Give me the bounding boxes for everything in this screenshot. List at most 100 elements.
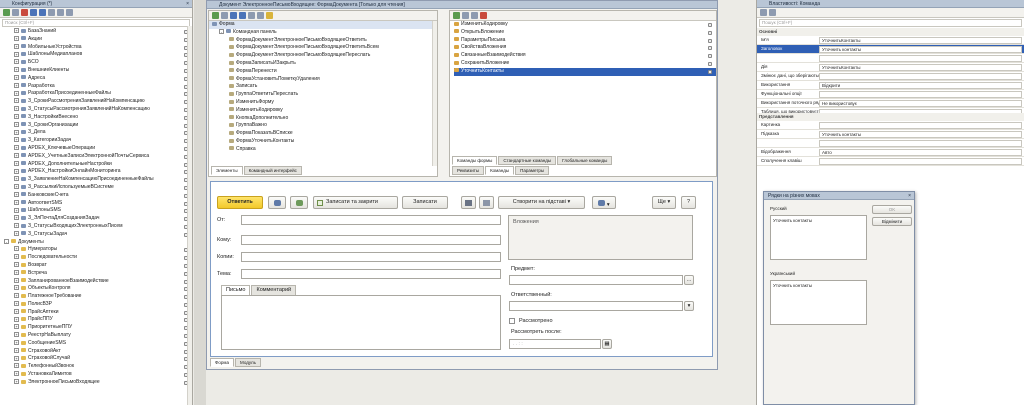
- expand-icon[interactable]: +: [14, 308, 19, 314]
- command-item[interactable]: СохранитьВложение: [454, 60, 716, 68]
- expand-icon[interactable]: +: [14, 59, 19, 65]
- tree-item[interactable]: + ШаблоныSMS: [14, 207, 192, 215]
- expand-icon[interactable]: +: [14, 332, 19, 338]
- tree-item[interactable]: + ШаблоныМедиапланов: [14, 51, 192, 59]
- responsible-dropdown[interactable]: ▾: [684, 301, 694, 311]
- edit-icon[interactable]: [471, 12, 478, 19]
- expand-icon[interactable]: +: [14, 43, 19, 49]
- expand-icon[interactable]: +: [14, 137, 19, 143]
- create-based-button[interactable]: Створити на підставі ▾: [498, 196, 585, 209]
- tree-item[interactable]: + СообщениеSMS: [14, 340, 192, 348]
- delete-icon[interactable]: [480, 12, 487, 19]
- check-icon[interactable]: [266, 12, 273, 19]
- find-icon[interactable]: [57, 9, 64, 16]
- reviewed-checkbox[interactable]: [509, 318, 515, 324]
- tab-attributes[interactable]: Реквизиты: [452, 166, 485, 175]
- command-item[interactable]: ИзменитьКодировку: [454, 21, 716, 29]
- tree-item[interactable]: + З_Дела: [14, 129, 192, 137]
- expand-icon[interactable]: +: [14, 340, 19, 346]
- subject-object-field[interactable]: [509, 275, 683, 285]
- command-item[interactable]: СвойстваВложения: [454, 44, 716, 52]
- tree-item[interactable]: ФормаПеренести: [229, 68, 437, 76]
- tree-item[interactable]: + ПлатежноеТребование: [14, 293, 192, 301]
- reply-all-button[interactable]: [268, 196, 286, 209]
- section-main[interactable]: Основні: [757, 28, 1024, 36]
- tree-item[interactable]: + З_РассылкиИспользуемыеВСистеме: [14, 184, 192, 192]
- command-item[interactable]: ПараметрыПисьма: [454, 37, 716, 45]
- tree-item[interactable]: + ОбъектыКонтроля: [14, 285, 192, 293]
- message-body[interactable]: [221, 295, 501, 350]
- tree-item[interactable]: + ПрайсАптеки: [14, 309, 192, 317]
- command-item[interactable]: СвязанныеВзаимодействия: [454, 52, 716, 60]
- property-value[interactable]: [819, 73, 1022, 80]
- property-value[interactable]: Відкрити: [819, 82, 1022, 89]
- tree-item[interactable]: ГруппаОтветитьПереслать: [229, 91, 437, 99]
- move-down-icon[interactable]: [39, 9, 46, 16]
- sort-icon[interactable]: [48, 9, 55, 16]
- property-value[interactable]: УточнитьКонтакты: [819, 64, 1022, 71]
- move-icon[interactable]: [221, 12, 228, 19]
- expand-icon[interactable]: +: [14, 262, 19, 268]
- property-value[interactable]: [819, 91, 1022, 98]
- tree-item[interactable]: + АвтоответSMS: [14, 200, 192, 208]
- documents-node[interactable]: - Документы: [0, 239, 192, 247]
- property-value[interactable]: Уточнить контакты: [819, 131, 1022, 138]
- tree-item[interactable]: + СтраховойАкт: [14, 348, 192, 356]
- collapse-icon[interactable]: -: [4, 238, 9, 244]
- section-view[interactable]: Представлення: [757, 113, 1024, 121]
- tree-item[interactable]: ГруппаВажно: [229, 122, 437, 130]
- tree-item[interactable]: + APDEX_ДополнительныеНастройки: [14, 161, 192, 169]
- expand-icon[interactable]: +: [14, 168, 19, 174]
- ukrainian-textarea[interactable]: Уточнить контакты: [770, 280, 867, 325]
- expand-icon[interactable]: +: [14, 379, 19, 385]
- tab-form-commands[interactable]: Команды формы: [452, 156, 498, 165]
- tree-item[interactable]: Справка: [229, 146, 437, 154]
- expand-icon[interactable]: +: [14, 98, 19, 104]
- tree-item[interactable]: + УстановкаЛимитов: [14, 371, 192, 379]
- tree-item[interactable]: + БанковскиеСчета: [14, 192, 192, 200]
- subject-field[interactable]: [241, 269, 501, 279]
- tree-item[interactable]: + З_КатегорииЗадач: [14, 137, 192, 145]
- expand-icon[interactable]: +: [14, 347, 19, 353]
- responsible-field[interactable]: [509, 301, 683, 311]
- expand-icon[interactable]: +: [14, 82, 19, 88]
- tree-item[interactable]: КнопкаДополнительно: [229, 115, 437, 123]
- russian-textarea[interactable]: Уточнить контакты: [770, 215, 867, 260]
- cancel-button[interactable]: Відмінити: [872, 217, 912, 226]
- save-close-button[interactable]: Записати та закрити: [313, 196, 398, 209]
- property-value[interactable]: [819, 122, 1022, 129]
- tree-item[interactable]: + ПрайсППУ: [14, 316, 192, 324]
- help-button[interactable]: ?: [681, 196, 696, 209]
- expand-icon[interactable]: +: [14, 152, 19, 158]
- tree-item[interactable]: + Встреча: [14, 270, 192, 278]
- tree-item[interactable]: + З_СтатусыЗадач: [14, 231, 192, 239]
- command-item[interactable]: ОткрытьВложение: [454, 29, 716, 37]
- tree-item[interactable]: + БСО: [14, 59, 192, 67]
- more-button[interactable]: Ще ▾: [652, 196, 676, 209]
- expand-icon[interactable]: +: [14, 106, 19, 112]
- tree-item[interactable]: Записать: [229, 83, 437, 91]
- tree-item[interactable]: + Нумераторы: [14, 246, 192, 254]
- attachments-box[interactable]: Вложения: [508, 215, 693, 260]
- tree-item[interactable]: ФормаДокументЭлектронноеПисьмоВходящееПе…: [229, 52, 437, 60]
- expand-icon[interactable]: +: [14, 254, 19, 260]
- tree-item[interactable]: + ВнешниеКлиенты: [14, 67, 192, 75]
- expand-icon[interactable]: +: [14, 355, 19, 361]
- tree-item[interactable]: + Акции: [14, 36, 192, 44]
- tree-item[interactable]: + СтраховойСлучай: [14, 355, 192, 363]
- tree-item[interactable]: ФормаУточнитьКонтакты: [229, 138, 437, 146]
- reply-button[interactable]: Ответить: [217, 196, 263, 209]
- add-icon[interactable]: [212, 12, 219, 19]
- property-value[interactable]: [819, 140, 1022, 147]
- list-button[interactable]: [479, 196, 494, 209]
- tree-item[interactable]: + З_ЭлПочтаДляСозданияЗадач: [14, 215, 192, 223]
- review-after-field[interactable]: . . : :: [509, 339, 601, 349]
- tree-item[interactable]: ФормаДокументЭлектронноеПисьмоВходящееОт…: [229, 37, 437, 45]
- cc-field[interactable]: [241, 252, 501, 262]
- down-icon[interactable]: [239, 12, 246, 19]
- tab-elements[interactable]: Элементы: [211, 166, 243, 175]
- tree-item[interactable]: + ПриоритетныеППУ: [14, 324, 192, 332]
- close-icon[interactable]: ×: [908, 192, 911, 200]
- tree-item[interactable]: + Разработка: [14, 83, 192, 91]
- config-search[interactable]: Поиск (Ctrl+F): [2, 19, 190, 27]
